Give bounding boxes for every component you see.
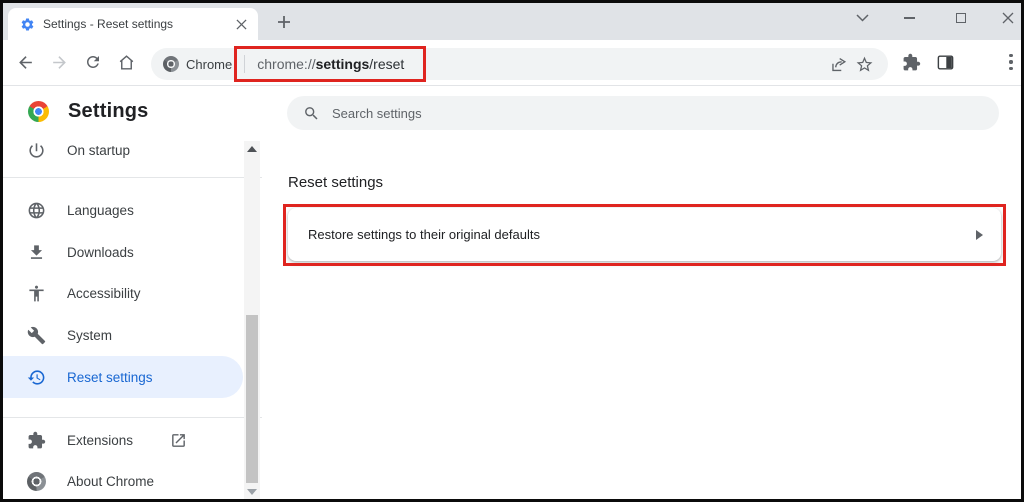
window-close-button[interactable] bbox=[993, 5, 1023, 31]
browser-window: Settings - Reset settings bbox=[0, 0, 1024, 502]
settings-main-pane: Reset settings Restore settings to their… bbox=[263, 86, 1021, 499]
sidebar-item-about-chrome[interactable]: About Chrome bbox=[3, 460, 243, 502]
history-icon bbox=[27, 368, 46, 387]
forward-button[interactable] bbox=[45, 48, 73, 76]
sidebar-item-reset-settings[interactable]: Reset settings bbox=[3, 356, 243, 398]
scrollbar-thumb[interactable] bbox=[246, 315, 258, 483]
tab-strip: Settings - Reset settings bbox=[3, 3, 1021, 40]
search-input[interactable] bbox=[332, 106, 983, 121]
sidebar-item-on-startup[interactable]: On startup bbox=[3, 129, 243, 171]
active-tab[interactable]: Settings - Reset settings bbox=[8, 8, 258, 40]
scroll-up-arrow-icon[interactable] bbox=[247, 146, 257, 152]
globe-icon bbox=[27, 201, 46, 220]
new-tab-button[interactable] bbox=[271, 9, 297, 35]
sidebar-item-extensions[interactable]: Extensions bbox=[3, 419, 243, 461]
search-icon bbox=[303, 105, 320, 122]
wrench-icon bbox=[27, 326, 46, 345]
back-button[interactable] bbox=[11, 48, 39, 76]
url-text[interactable]: chrome://settings/reset bbox=[257, 56, 404, 72]
settings-sidebar: Settings On startup Languages Downlo bbox=[3, 86, 263, 499]
restore-defaults-label: Restore settings to their original defau… bbox=[308, 227, 976, 242]
home-button[interactable] bbox=[112, 48, 140, 76]
settings-favicon-icon bbox=[20, 17, 35, 32]
search-settings-field[interactable] bbox=[287, 96, 999, 130]
sidebar-item-label: On startup bbox=[67, 143, 130, 158]
sidebar-item-label: Downloads bbox=[67, 245, 134, 260]
chrome-logo-icon bbox=[28, 101, 49, 122]
maximize-button[interactable] bbox=[946, 5, 976, 31]
puzzle-icon bbox=[27, 431, 46, 450]
restore-defaults-row[interactable]: Restore settings to their original defau… bbox=[288, 208, 1001, 261]
arrow-right-icon bbox=[976, 230, 983, 240]
tab-search-chevron-icon[interactable] bbox=[847, 5, 877, 31]
section-heading: Reset settings bbox=[288, 174, 383, 191]
minimize-button[interactable] bbox=[894, 5, 924, 31]
address-bar[interactable]: Chrome chrome://settings/reset bbox=[151, 48, 888, 80]
sidebar-item-label: About Chrome bbox=[67, 474, 154, 489]
sidebar-item-system[interactable]: System bbox=[3, 314, 243, 356]
sidebar-item-accessibility[interactable]: Accessibility bbox=[3, 272, 243, 314]
tab-close-icon[interactable] bbox=[232, 15, 250, 33]
sidebar-item-languages[interactable]: Languages bbox=[3, 189, 243, 231]
sidebar-item-label: Accessibility bbox=[67, 286, 141, 301]
sidebar-divider bbox=[3, 177, 262, 178]
settings-page: Settings On startup Languages Downlo bbox=[3, 86, 1021, 499]
browser-menu-kebab-icon[interactable] bbox=[1000, 48, 1022, 76]
browser-toolbar: Chrome chrome://settings/reset bbox=[3, 40, 1021, 86]
external-link-icon bbox=[170, 432, 187, 449]
share-icon[interactable] bbox=[829, 55, 848, 74]
sidebar-item-downloads[interactable]: Downloads bbox=[3, 231, 243, 273]
download-icon bbox=[27, 243, 46, 262]
profile-avatar[interactable] bbox=[965, 49, 991, 75]
tab-title: Settings - Reset settings bbox=[43, 17, 224, 31]
sidebar-item-label: System bbox=[67, 328, 112, 343]
accessibility-icon bbox=[27, 284, 46, 303]
reload-button[interactable] bbox=[79, 48, 107, 76]
extensions-puzzle-icon[interactable] bbox=[897, 48, 925, 76]
chrome-logo-icon bbox=[163, 56, 179, 72]
bookmark-star-icon[interactable] bbox=[855, 55, 874, 74]
sidebar-divider bbox=[3, 417, 262, 418]
sidebar-item-label: Languages bbox=[67, 203, 134, 218]
sidebar-item-label: Extensions bbox=[67, 433, 133, 448]
omnibox-divider bbox=[244, 55, 245, 73]
chrome-logo-icon bbox=[27, 472, 46, 491]
side-panel-icon[interactable] bbox=[931, 48, 959, 76]
power-icon bbox=[27, 141, 46, 160]
site-chip-label: Chrome bbox=[186, 57, 232, 72]
settings-title: Settings bbox=[68, 100, 149, 123]
sidebar-scrollbar[interactable] bbox=[244, 141, 260, 499]
settings-header: Settings bbox=[28, 100, 149, 123]
scroll-down-arrow-icon[interactable] bbox=[247, 489, 257, 495]
sidebar-item-label: Reset settings bbox=[67, 370, 153, 385]
